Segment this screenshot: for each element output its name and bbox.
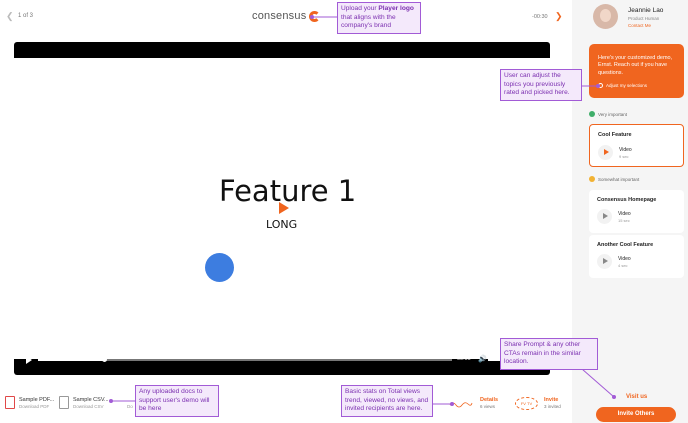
play-icon[interactable] <box>598 145 613 160</box>
csv-icon <box>59 396 69 409</box>
details-label: Details <box>480 397 499 403</box>
card-duration: 4 sec <box>618 263 628 268</box>
progress-fill <box>38 359 105 361</box>
stats-invite[interactable]: Invite 3 invited <box>544 397 561 409</box>
card-type: Video <box>618 211 631 217</box>
annotation-logo-post: that aligns with the company's brand <box>341 13 396 30</box>
card-type: Video <box>619 147 632 153</box>
player-topbar: ❮ 1 of 3 consensus -00:30 ❯ <box>0 0 572 36</box>
card-title: Consensus Homepage <box>597 197 657 203</box>
views-trend-icon <box>449 402 473 408</box>
annotation-topics: User can adjust the topics you previousl… <box>500 69 582 101</box>
doc-item-pdf[interactable]: Sample PDF... Download PDF <box>5 396 54 409</box>
check-icon <box>589 111 595 117</box>
video-top-bar <box>14 42 550 58</box>
video-time: 00:09 <box>457 356 471 362</box>
progress-bar[interactable] <box>38 357 452 362</box>
card-duration: 9 sec <box>619 154 629 159</box>
section-label: Very important <box>598 111 628 117</box>
play-icon[interactable] <box>279 202 289 214</box>
topic-card-cool-feature[interactable]: Cool Feature Video 9 sec <box>589 124 684 167</box>
invite-label: Invite <box>544 397 559 403</box>
invite-others-button[interactable]: Invite Others <box>596 407 676 422</box>
video-subtitle: LONG <box>266 218 298 231</box>
stats-details[interactable]: Details 6 views <box>480 397 498 409</box>
doc-item-csv[interactable]: Sample CSV... Download CSV <box>59 396 109 409</box>
profile-role: Product Human <box>628 16 660 21</box>
check-icon <box>589 176 595 182</box>
adjust-label: Adjust my selections <box>606 83 648 88</box>
annotation-logo-bold: Player logo <box>378 5 414 12</box>
welcome-text: Here's your customized demo, Ernst. Reac… <box>598 55 673 76</box>
logo-mark-icon <box>309 10 321 22</box>
doc-more: Do <box>127 404 133 409</box>
annotation-docs: Any uploaded docs to support user's demo… <box>135 385 219 417</box>
pdf-icon <box>5 396 15 409</box>
annotation-cta: Share Prompt & any other CTAs remain in … <box>500 338 598 370</box>
page-count: 1 of 3 <box>18 13 34 19</box>
annotation-logo: Upload your Player logo that aligns with… <box>337 2 421 34</box>
play-icon[interactable] <box>597 209 612 224</box>
visit-link[interactable]: Visit us <box>626 394 647 400</box>
annotation-stats: Basic stats on Total views trend, viewed… <box>341 385 433 417</box>
topic-card-consensus-homepage[interactable]: Consensus Homepage Video 15 sec <box>589 190 684 233</box>
video-controls: 00:09 🔊 <box>14 353 550 367</box>
next-icon[interactable]: ❯ <box>555 11 563 22</box>
previous-icon[interactable]: ❮ <box>6 11 14 22</box>
contact-link[interactable]: Contact Me <box>628 23 651 28</box>
adjust-selections-button[interactable]: Adjust my selections <box>598 83 647 88</box>
card-title: Another Cool Feature <box>597 242 654 248</box>
adjust-icon <box>598 83 603 88</box>
card-title: Cool Feature <box>598 132 632 138</box>
remaining-time: -00:30 <box>532 14 548 20</box>
topic-card-another-cool-feature[interactable]: Another Cool Feature Video 4 sec <box>589 235 684 278</box>
play-icon[interactable] <box>597 254 612 269</box>
logo: consensus <box>252 10 321 22</box>
details-sub: 6 views <box>480 404 496 409</box>
avatar <box>593 4 618 29</box>
video-player[interactable]: Feature 1 LONG 00:09 🔊 <box>14 42 550 375</box>
volume-icon[interactable]: 🔊 <box>478 355 487 363</box>
invite-badge-icon: FV TV <box>515 397 538 410</box>
doc-name: Sample PDF... <box>19 396 55 403</box>
section-label: Somewhat important <box>598 176 640 182</box>
play-button-icon[interactable] <box>26 356 32 364</box>
cursor-dot <box>205 253 234 282</box>
doc-name: Sample CSV... <box>73 396 109 403</box>
doc-sub: Download CSV <box>73 403 104 409</box>
doc-sub: Download PDF <box>19 403 50 409</box>
annotation-logo-pre: Upload your <box>341 5 379 12</box>
logo-text: consensus <box>252 10 307 22</box>
invite-sub: 3 invited <box>544 404 561 409</box>
card-type: Video <box>618 256 631 262</box>
profile-name: Jeannie Lao <box>628 7 664 14</box>
card-duration: 15 sec <box>618 218 630 223</box>
progress-knob[interactable] <box>102 357 108 362</box>
section-very-important: Very important <box>589 111 627 117</box>
section-somewhat-important: Somewhat important <box>589 176 639 182</box>
